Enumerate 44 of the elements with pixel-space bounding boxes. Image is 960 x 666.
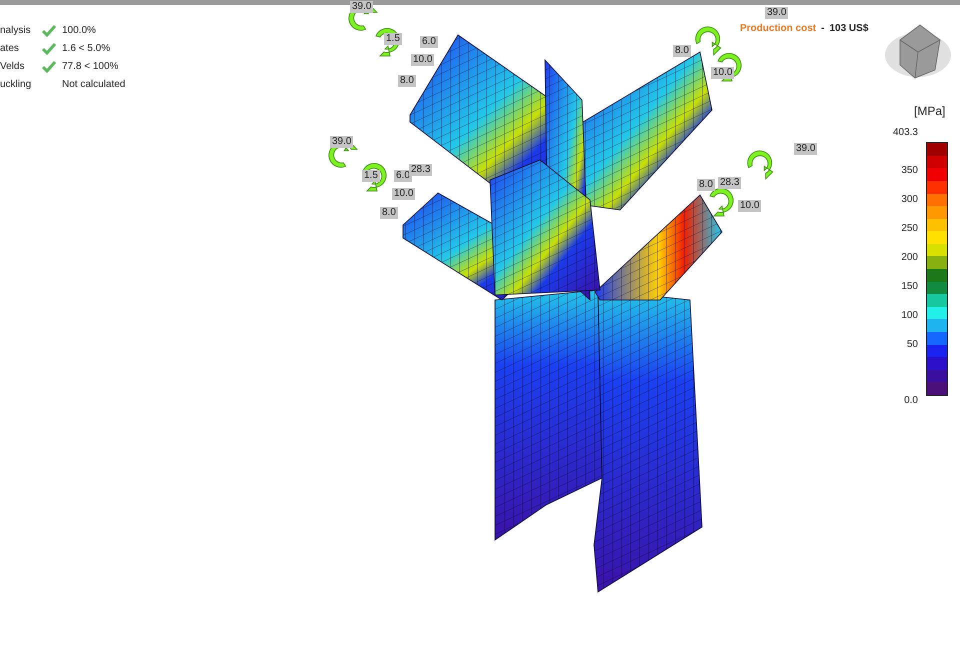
load-value-label: 28.3: [718, 177, 742, 189]
cost-separator: -: [821, 22, 824, 36]
check-label: ates: [0, 42, 20, 56]
legend-tick-label: 403.3: [892, 128, 918, 138]
legend-tick-label: 250: [901, 224, 918, 234]
load-value-label: 10.0: [411, 54, 434, 66]
orientation-cube-icon[interactable]: [885, 24, 951, 78]
load-value-label: 39.0: [794, 143, 818, 155]
check-value: 1.6 < 5.0%: [61, 42, 110, 56]
legend-tick-label: 50: [906, 340, 918, 350]
load-arrow-icon: [747, 150, 774, 180]
check-label: nalysis: [0, 24, 32, 38]
load-value-label: 1.5: [362, 170, 380, 182]
legend-tick-label: 150: [901, 282, 918, 292]
cost-label: Production cost: [740, 22, 816, 36]
load-arrow-icon: [376, 28, 400, 56]
load-value-label: 6.0: [420, 36, 438, 48]
check-value: 77.8 < 100%: [61, 60, 118, 74]
load-value-label: 1.5: [384, 33, 402, 45]
load-value-label: 10.0: [738, 200, 762, 212]
load-value-label: 28.3: [409, 164, 432, 176]
check-value: 100.0%: [61, 24, 96, 38]
load-value-label: 39.0: [765, 7, 788, 19]
check-value: Not calculated: [61, 78, 126, 92]
legend-unit: [MPa]: [914, 103, 946, 120]
load-value-label: 8.0: [697, 179, 715, 191]
load-arrow-icon: [695, 26, 722, 56]
load-value-label: 8.0: [398, 75, 416, 87]
cost-value: 103 US$: [829, 22, 868, 36]
legend-tick-label: 200: [901, 253, 918, 263]
legend-tick-label: 350: [901, 166, 918, 176]
load-arrow-icon: [362, 163, 387, 192]
load-value-label: 8.0: [673, 45, 691, 57]
load-value-label: 39.0: [330, 136, 354, 148]
legend-tick-label: 100: [901, 311, 918, 321]
check-label: Velds: [0, 60, 26, 74]
legend-tick-label: 300: [901, 195, 918, 205]
load-value-label: 10.0: [711, 67, 734, 79]
check-label: uckling: [0, 78, 32, 92]
load-value-label: 8.0: [380, 207, 398, 219]
load-arrow-icon: [710, 188, 734, 216]
load-value-label: 10.0: [392, 188, 416, 200]
legend-tick-label: 0.0: [904, 396, 918, 406]
load-value-label: 39.0: [350, 1, 374, 13]
